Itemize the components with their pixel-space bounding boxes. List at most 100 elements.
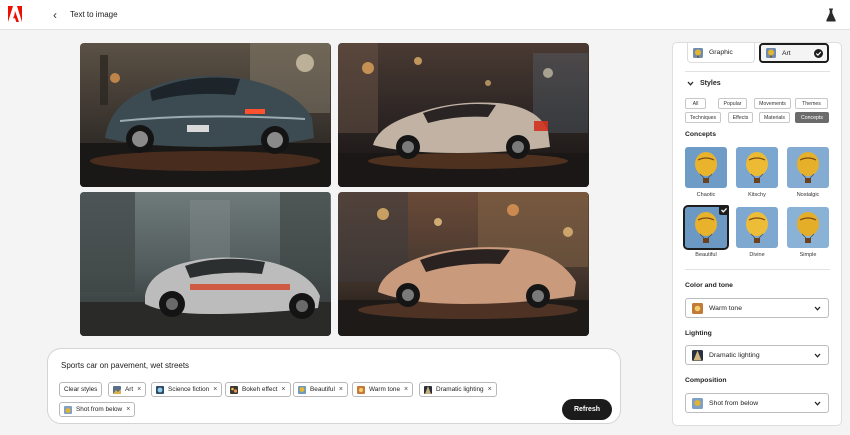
style-filter-all[interactable]: All bbox=[685, 98, 706, 109]
composition-dropdown[interactable]: Shot from below bbox=[685, 393, 829, 413]
concept-chaotic[interactable]: Chaotic bbox=[685, 147, 727, 198]
concept-nostalgic[interactable]: Nostalgic bbox=[787, 147, 829, 198]
concept-divine[interactable]: Divine bbox=[736, 207, 778, 258]
style-filter-themes[interactable]: Themes bbox=[795, 98, 828, 109]
style-filter-techniques[interactable]: Techniques bbox=[685, 112, 721, 123]
chevron-down-icon bbox=[687, 81, 694, 86]
divider bbox=[685, 269, 830, 270]
warm-tone-thumbnail-icon bbox=[692, 302, 703, 314]
style-filter-materials[interactable]: Materials bbox=[759, 112, 790, 123]
concept-kitschy[interactable]: Kitschy bbox=[736, 147, 778, 198]
shot-from-below-thumbnail-icon bbox=[692, 397, 703, 409]
styles-heading: Styles bbox=[700, 80, 721, 87]
balloon-thumbnail-icon bbox=[736, 147, 778, 188]
content-type-art[interactable]: Art bbox=[759, 43, 829, 63]
concept-beautiful[interactable]: Beautiful bbox=[683, 205, 729, 258]
prompt-panel: Sports car on pavement, wet streets Clea… bbox=[47, 348, 621, 424]
car-image-4 bbox=[338, 192, 589, 336]
chip-label: Art bbox=[125, 386, 134, 393]
chip-label: Dramatic lighting bbox=[436, 386, 484, 393]
chip-label: Beautiful bbox=[310, 386, 335, 393]
remove-chip-icon[interactable]: × bbox=[137, 386, 141, 393]
chevron-down-icon bbox=[814, 353, 821, 358]
style-filter-movements[interactable]: Movements bbox=[754, 98, 791, 109]
generated-image-3[interactable] bbox=[80, 192, 331, 336]
remove-chip-icon[interactable]: × bbox=[281, 386, 285, 393]
style-thumbnail-icon bbox=[357, 385, 365, 394]
balloon-thumbnail-icon bbox=[787, 207, 829, 248]
style-filter-concepts[interactable]: Concepts bbox=[795, 112, 829, 123]
concept-label: Divine bbox=[749, 252, 765, 258]
balloon-thumbnail-icon bbox=[685, 147, 727, 188]
style-filter-effects[interactable]: Effects bbox=[728, 112, 753, 123]
color-tone-dropdown[interactable]: Warm tone bbox=[685, 298, 829, 318]
style-chip-beautiful[interactable]: Beautiful × bbox=[293, 382, 348, 397]
graphic-thumbnail-icon bbox=[693, 47, 703, 58]
concept-label: Simple bbox=[799, 252, 817, 258]
checkmark-icon bbox=[719, 205, 729, 215]
divider bbox=[685, 71, 830, 72]
balloon-thumbnail-icon bbox=[787, 147, 829, 188]
style-chip-science-fiction[interactable]: Science fiction × bbox=[151, 382, 223, 397]
settings-panel: Graphic Art Styles All Popular Movements… bbox=[672, 42, 842, 426]
style-thumbnail-icon bbox=[230, 385, 238, 394]
chip-label: Bokeh effect bbox=[242, 386, 278, 393]
chip-label: Warm tone bbox=[369, 386, 401, 393]
style-thumbnail-icon bbox=[64, 405, 72, 414]
page-title: Text to image bbox=[70, 10, 118, 19]
generated-image-4[interactable] bbox=[338, 192, 589, 336]
content-type-graphic[interactable]: Graphic bbox=[687, 43, 755, 63]
back-arrow-icon[interactable]: ‹ bbox=[53, 8, 57, 22]
flask-icon[interactable] bbox=[826, 8, 836, 22]
content-type-label: Graphic bbox=[709, 49, 733, 56]
remove-chip-icon[interactable]: × bbox=[213, 386, 217, 393]
style-thumbnail-icon bbox=[424, 385, 432, 394]
remove-chip-icon[interactable]: × bbox=[339, 386, 343, 393]
dropdown-value: Dramatic lighting bbox=[709, 351, 760, 359]
remove-chip-icon[interactable]: × bbox=[126, 406, 130, 413]
refresh-button[interactable]: Refresh bbox=[562, 399, 612, 420]
color-tone-label: Color and tone bbox=[685, 282, 733, 289]
styles-section-toggle[interactable]: Styles bbox=[687, 80, 721, 87]
style-thumbnail-icon bbox=[298, 385, 306, 394]
remove-chip-icon[interactable]: × bbox=[404, 386, 408, 393]
style-thumbnail-icon bbox=[113, 385, 121, 394]
generated-image-2[interactable] bbox=[338, 43, 589, 187]
chip-label: Clear styles bbox=[64, 386, 98, 393]
style-thumbnail-icon bbox=[156, 385, 164, 394]
art-thumbnail-icon bbox=[766, 48, 776, 58]
prompt-input[interactable]: Sports car on pavement, wet streets bbox=[61, 361, 189, 370]
concepts-label: Concepts bbox=[685, 131, 716, 138]
dramatic-lighting-thumbnail-icon bbox=[692, 349, 703, 361]
style-chip-shot-from-below[interactable]: Shot from below × bbox=[59, 402, 136, 417]
car-image-1 bbox=[80, 43, 331, 187]
lighting-dropdown[interactable]: Dramatic lighting bbox=[685, 345, 829, 365]
concept-simple[interactable]: Simple bbox=[787, 207, 829, 258]
chevron-down-icon bbox=[814, 401, 821, 406]
adobe-logo-icon[interactable] bbox=[8, 6, 22, 22]
lighting-label: Lighting bbox=[685, 330, 712, 337]
style-filter-popular[interactable]: Popular bbox=[718, 98, 747, 109]
car-image-3 bbox=[80, 192, 331, 336]
concept-label: Beautiful bbox=[695, 252, 717, 258]
style-chip-art[interactable]: Art × bbox=[108, 382, 147, 397]
chip-label: Shot from below bbox=[76, 406, 123, 413]
concept-label: Chaotic bbox=[696, 192, 716, 198]
style-chip-warm-tone[interactable]: Warm tone × bbox=[352, 382, 414, 397]
style-chip-bokeh-effect[interactable]: Bokeh effect × bbox=[225, 382, 291, 397]
remove-chip-icon[interactable]: × bbox=[488, 386, 492, 393]
checkmark-icon bbox=[814, 49, 823, 58]
concept-label: Nostalgic bbox=[796, 192, 820, 198]
clear-styles-button[interactable]: Clear styles bbox=[59, 382, 103, 397]
chevron-down-icon bbox=[814, 306, 821, 311]
dropdown-value: Warm tone bbox=[709, 304, 742, 312]
content-type-label: Art bbox=[782, 49, 791, 57]
generated-image-1[interactable] bbox=[80, 43, 331, 187]
dropdown-value: Shot from below bbox=[709, 399, 759, 407]
style-chip-dramatic-lighting[interactable]: Dramatic lighting × bbox=[419, 382, 497, 397]
top-bar: ‹ Text to image bbox=[0, 0, 850, 30]
chip-label: Science fiction bbox=[168, 386, 210, 393]
car-image-2 bbox=[338, 43, 589, 187]
balloon-thumbnail-icon bbox=[736, 207, 778, 248]
generated-images-grid bbox=[80, 43, 590, 337]
